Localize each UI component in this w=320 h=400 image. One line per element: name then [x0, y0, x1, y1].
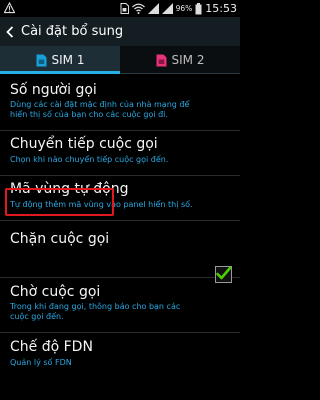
sim-icon — [120, 3, 129, 14]
status-bar: 96% 15:53 — [0, 0, 240, 17]
setting-subtitle: cuộc gọi đến. — [10, 312, 64, 321]
signal-icon — [161, 3, 173, 14]
setting-caller-id[interactable]: Số người gọi Dùng các cài đặt mặc định c… — [0, 74, 240, 131]
tab-sim2[interactable]: SIM 2 — [120, 46, 240, 74]
setting-title: Chế độ FDN — [10, 339, 93, 355]
clock: 15:53 — [205, 2, 237, 15]
chevron-left-icon — [6, 25, 14, 38]
setting-subtitle: Trong khi đang gọi, thông báo cho bạn cá… — [10, 302, 181, 311]
battery-icon — [195, 2, 202, 14]
tab-label: SIM 1 — [51, 53, 85, 67]
setting-title: Chuyển tiếp cuộc gọi — [10, 136, 158, 152]
call-waiting-checkbox[interactable] — [215, 266, 232, 283]
setting-subtitle: Chọn khi nào chuyển tiếp cuộc gọi đến. — [10, 155, 169, 164]
wifi-icon — [131, 3, 145, 14]
action-bar: Cài đặt bổ sung — [0, 17, 240, 46]
setting-fdn-mode[interactable]: Chế độ FDN Quản lý số FDN — [0, 333, 240, 378]
setting-call-forwarding[interactable]: Chuyển tiếp cuộc gọi Chọn khi nào chuyển… — [0, 131, 240, 176]
setting-title: Chờ cuộc gọi — [10, 284, 101, 300]
sim-card-icon — [36, 54, 47, 66]
highlight-box — [5, 188, 114, 216]
setting-subtitle: Dùng các cài đặt mặc định của nhà mạng đ… — [10, 100, 190, 109]
settings-list: Số người gọi Dùng các cài đặt mặc định c… — [0, 74, 240, 400]
back-button[interactable] — [2, 17, 18, 46]
setting-subtitle: hiển thị số của bạn cho các cuộc gọi đi. — [10, 110, 168, 119]
signal-icon — [147, 3, 159, 14]
setting-subtitle: Quản lý số FDN — [10, 358, 72, 367]
setting-title: Chặn cuộc gọi — [10, 231, 110, 247]
setting-title: Số người gọi — [10, 82, 97, 98]
tab-sim1[interactable]: SIM 1 — [0, 46, 120, 74]
warning-icon — [4, 2, 15, 14]
setting-call-barring[interactable]: Chặn cuộc gọi — [0, 221, 240, 278]
battery-percent: 96% — [175, 4, 193, 13]
sim-tabs: SIM 1 SIM 2 — [0, 46, 240, 74]
sim-card-icon — [156, 54, 167, 66]
setting-call-waiting[interactable]: Chờ cuộc gọi Trong khi đang gọi, thông b… — [0, 278, 240, 333]
page-title: Cài đặt bổ sung — [21, 24, 124, 39]
check-icon — [216, 266, 232, 280]
tab-label: SIM 2 — [171, 53, 205, 67]
